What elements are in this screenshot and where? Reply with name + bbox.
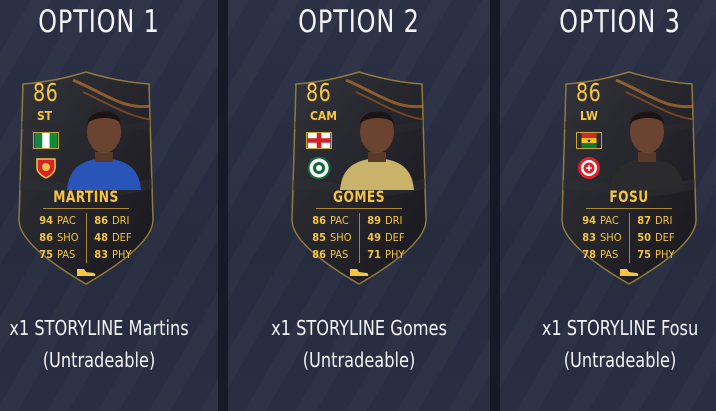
stat-def: 48 DEF <box>94 231 132 244</box>
reward-text: x1 STORYLINE Fosu (Untradeable) <box>500 312 716 376</box>
stat-row: 86 SHO 48 DEF <box>35 229 139 246</box>
stat-pac: 94 PAC <box>582 214 619 227</box>
stat-phy: 83 PHY <box>94 248 132 261</box>
player-portrait <box>67 111 141 190</box>
club-crest-icon <box>34 156 58 180</box>
stats-divider <box>629 213 630 263</box>
player-card-gomes[interactable]: 86 CAM GOMES 86 PAC 89 DRI 85 SHO 49 DEF 86 P… <box>286 70 432 288</box>
stat-row: 94 PAC 87 DRI <box>578 212 682 229</box>
name-divider <box>43 208 129 209</box>
stat-row: 78 PAS 75 PHY <box>578 246 682 263</box>
player-position: LW <box>580 109 598 123</box>
option-title: OPTION 2 <box>298 4 420 40</box>
player-card-fosu[interactable]: 86 LW FOSU 94 PAC 87 DRI 83 SHO 50 DEF 78 PAS… <box>556 70 702 288</box>
ghana-flag-icon <box>576 132 602 149</box>
overall-rating: 86 <box>33 78 59 107</box>
stat-pac: 86 PAC <box>312 214 349 227</box>
stat-row: 83 SHO 50 DEF <box>578 229 682 246</box>
reward-line: x1 STORYLINE Fosu <box>541 316 699 340</box>
player-position: ST <box>37 109 53 123</box>
reward-untradeable: (Untradeable) <box>563 348 677 372</box>
reward-untradeable: (Untradeable) <box>42 348 156 372</box>
overall-rating: 86 <box>576 78 602 107</box>
option-panel-2[interactable]: OPTION 2 86 CAM GOMES 86 PAC 89 DRI 85 S… <box>228 0 490 411</box>
boot-icon <box>77 269 96 276</box>
stat-row: 86 PAC 89 DRI <box>308 212 412 229</box>
overall-rating: 86 <box>306 78 332 107</box>
stat-pac: 94 PAC <box>39 214 76 227</box>
reward-text: x1 STORYLINE Martins (Untradeable) <box>0 312 218 376</box>
player-portrait <box>610 111 684 190</box>
stat-dri: 89 DRI <box>367 214 403 227</box>
reward-line: x1 STORYLINE Martins <box>9 316 189 340</box>
stats-grid: 94 PAC 87 DRI 83 SHO 50 DEF 78 PAS 75 PHY <box>578 212 682 263</box>
stat-dri: 86 DRI <box>94 214 130 227</box>
name-divider <box>316 208 402 209</box>
reward-line: x1 STORYLINE Gomes <box>271 316 447 340</box>
nigeria-flag-icon <box>33 132 59 149</box>
boot-icon <box>620 269 639 276</box>
stat-sho: 86 SHO <box>39 231 79 244</box>
club-crest-icon <box>307 156 331 180</box>
england-flag-icon <box>306 132 332 149</box>
stat-row: 75 PAS 83 PHY <box>35 246 139 263</box>
option-title: OPTION 3 <box>559 4 681 40</box>
stat-sho: 83 SHO <box>582 231 622 244</box>
boot-icon <box>350 269 369 276</box>
player-name: FOSU <box>609 187 649 206</box>
stats-divider <box>359 213 360 263</box>
player-card-martins[interactable]: 86 ST MARTINS 94 PAC 86 DRI 86 SHO 48 DEF 75… <box>13 70 159 288</box>
stat-phy: 71 PHY <box>367 248 405 261</box>
stat-def: 50 DEF <box>637 231 675 244</box>
stat-row: 86 PAS 71 PHY <box>308 246 412 263</box>
player-portrait <box>340 111 414 190</box>
club-crest-icon <box>577 156 601 180</box>
name-divider <box>586 208 672 209</box>
stat-dri: 87 DRI <box>637 214 673 227</box>
stat-row: 85 SHO 49 DEF <box>308 229 412 246</box>
option-title: OPTION 1 <box>38 4 160 40</box>
stat-row: 94 PAC 86 DRI <box>35 212 139 229</box>
stats-divider <box>86 213 87 263</box>
stat-pas: 75 PAS <box>39 248 76 261</box>
stat-sho: 85 SHO <box>312 231 352 244</box>
stat-pas: 78 PAS <box>582 248 619 261</box>
reward-text: x1 STORYLINE Gomes (Untradeable) <box>228 312 490 376</box>
player-name: MARTINS <box>53 187 119 206</box>
stats-grid: 86 PAC 89 DRI 85 SHO 49 DEF 86 PAS 71 PHY <box>308 212 412 263</box>
player-name: GOMES <box>333 187 385 206</box>
option-panel-1[interactable]: OPTION 1 86 ST MARTINS 94 PAC 86 DRI 86 … <box>0 0 218 411</box>
stat-phy: 75 PHY <box>637 248 675 261</box>
stats-grid: 94 PAC 86 DRI 86 SHO 48 DEF 75 PAS 83 PHY <box>35 212 139 263</box>
stat-def: 49 DEF <box>367 231 405 244</box>
option-panel-3[interactable]: OPTION 3 86 LW FOSU 94 PAC 87 DRI 83 SHO… <box>500 0 716 411</box>
stat-pas: 86 PAS <box>312 248 349 261</box>
reward-untradeable: (Untradeable) <box>302 348 416 372</box>
